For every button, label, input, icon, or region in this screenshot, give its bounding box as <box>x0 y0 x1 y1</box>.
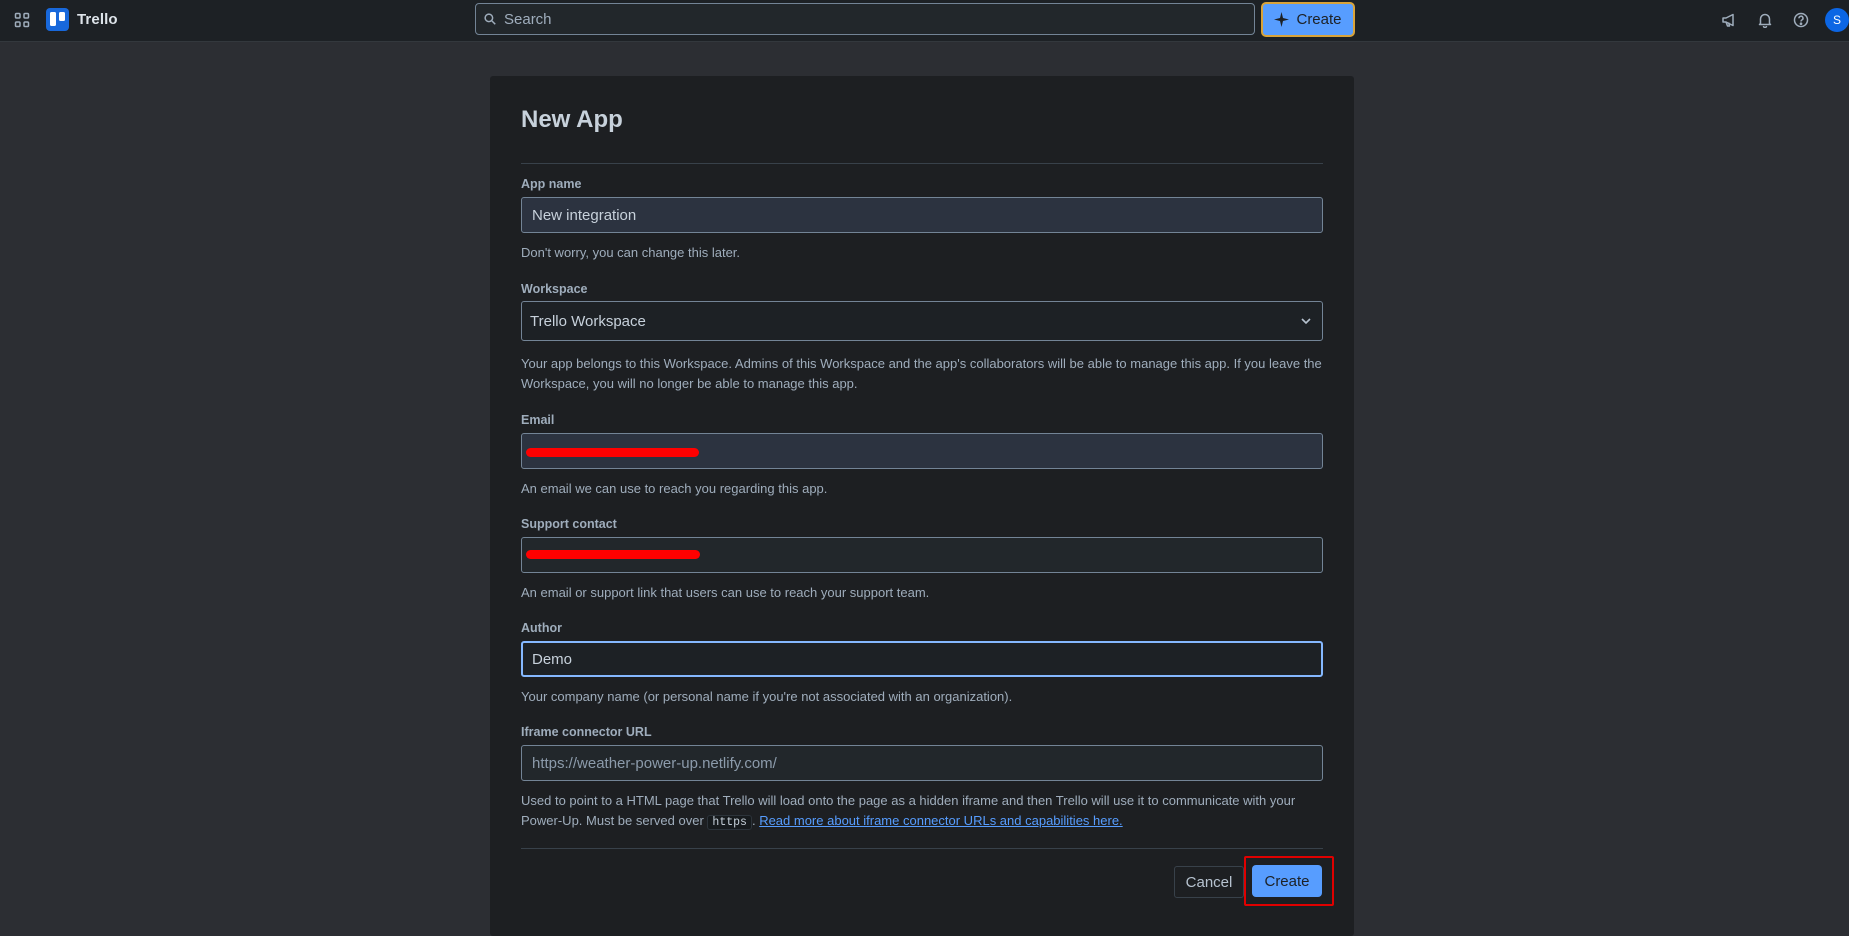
bell-icon[interactable] <box>1753 8 1777 32</box>
app-name: Trello <box>77 10 118 28</box>
workspace-selected-value: Trello Workspace <box>530 312 646 330</box>
https-code: https <box>707 815 752 830</box>
redaction-mark-email <box>526 448 699 457</box>
chevron-down-icon <box>1301 318 1311 325</box>
new-app-form-card: New App App name Don't worry, you can ch… <box>490 76 1354 936</box>
megaphone-icon[interactable] <box>1717 8 1741 32</box>
iframe-url-help: Used to point to a HTML page that Trello… <box>521 791 1323 833</box>
create-button[interactable]: Create <box>1252 865 1322 897</box>
author-input[interactable] <box>521 641 1323 677</box>
app-name-label: App name <box>521 177 582 191</box>
create-button-top-label: Create <box>1296 11 1342 28</box>
top-navigation-bar: Trello Create <box>0 0 1849 42</box>
app-switcher-icon[interactable] <box>10 8 34 32</box>
email-label: Email <box>521 413 555 427</box>
workspace-help: Your app belongs to this Workspace. Admi… <box>521 356 1322 391</box>
email-help: An email we can use to reach you regardi… <box>521 481 828 496</box>
search-bar[interactable] <box>475 3 1255 35</box>
create-button-top[interactable]: Create <box>1261 2 1355 37</box>
trello-logo-icon <box>46 7 69 31</box>
support-contact-help: An email or support link that users can … <box>521 585 930 600</box>
sparkle-icon <box>1274 12 1290 27</box>
help-icon[interactable] <box>1789 8 1813 32</box>
iframe-url-label: Iframe connector URL <box>521 725 652 739</box>
iframe-docs-link[interactable]: Read more about iframe connector URLs an… <box>759 813 1122 828</box>
cancel-button[interactable]: Cancel <box>1174 866 1244 898</box>
app-name-input[interactable] <box>521 197 1323 233</box>
footer-divider <box>521 848 1323 849</box>
workspace-label: Workspace <box>521 282 588 296</box>
app-name-help: Don't worry, you can change this later. <box>521 245 741 260</box>
search-input[interactable] <box>504 10 1254 28</box>
avatar[interactable]: S <box>1825 8 1849 32</box>
iframe-url-input[interactable] <box>521 745 1323 781</box>
redaction-mark-support <box>526 550 700 559</box>
support-contact-label: Support contact <box>521 517 617 531</box>
author-help: Your company name (or personal name if y… <box>521 689 1013 704</box>
author-label: Author <box>521 621 562 635</box>
title-divider <box>521 163 1323 164</box>
search-icon <box>484 13 496 25</box>
iframe-help-separator: . <box>751 813 756 828</box>
top-right-icons: S <box>1717 8 1849 32</box>
page-title: New App <box>521 106 623 133</box>
workspace-select[interactable]: Trello Workspace <box>521 301 1323 341</box>
trello-logo[interactable]: Trello <box>46 7 118 31</box>
